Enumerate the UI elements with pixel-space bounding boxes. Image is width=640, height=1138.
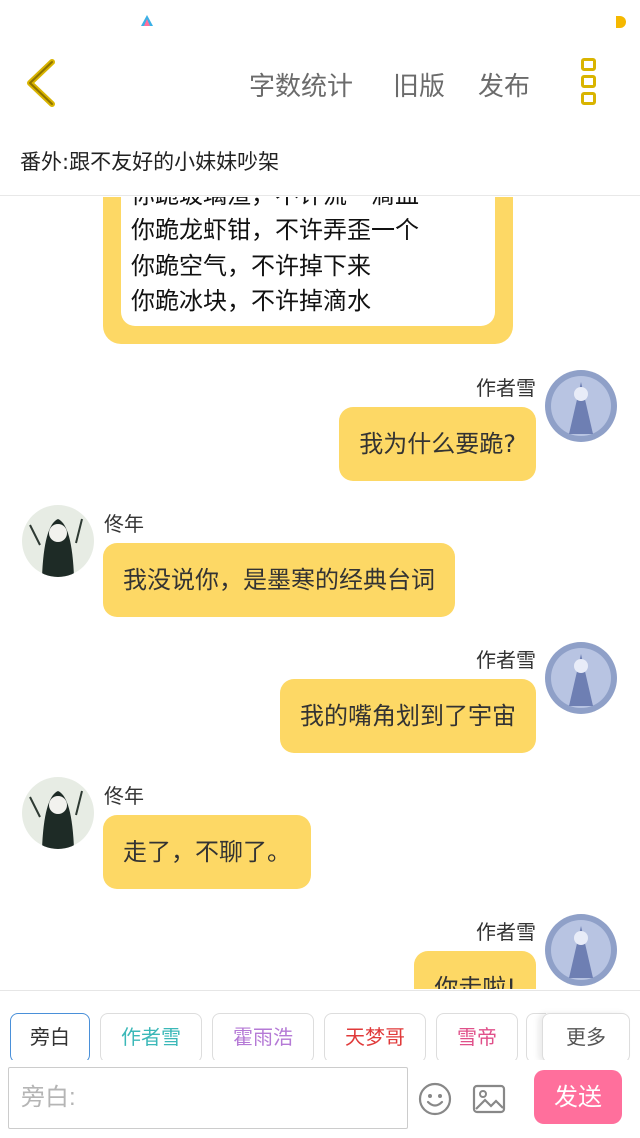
image-text-line: 你跪龙虾钳，不许弄歪一个 [131, 216, 419, 244]
old-version-button[interactable]: 旧版 [393, 66, 445, 103]
chat-area[interactable]: 你跪玻璃渣，不许流一滴血 你跪龙虾钳，不许弄歪一个 你跪空气，不许掉下来 你跪冰… [0, 197, 640, 989]
role-chip-tianmengge[interactable]: 天梦哥 [324, 1013, 426, 1063]
image-text-line: 你跪空气，不许掉下来 [131, 252, 371, 280]
role-chip-xuedi[interactable]: 雪帝 [436, 1013, 518, 1063]
image-message[interactable]: 你跪玻璃渣，不许流一滴血 你跪龙虾钳，不许弄歪一个 你跪空气，不许掉下来 你跪冰… [103, 197, 513, 344]
message-bubble[interactable]: 我没说你，是墨寒的经典台词 [103, 543, 455, 617]
image-text-line: 你跪玻璃渣，不许流一滴血 [131, 197, 419, 210]
image-message-content: 你跪玻璃渣，不许流一滴血 你跪龙虾钳，不许弄歪一个 你跪空气，不许掉下来 你跪冰… [121, 197, 495, 326]
input-bar: 发送 [0, 1060, 640, 1138]
sender-name: 作者雪 [476, 648, 536, 672]
battery-icon [616, 16, 626, 28]
author-avatar[interactable] [545, 914, 617, 986]
message-bubble[interactable]: 走了，不聊了。 [103, 815, 311, 889]
tongnian-avatar[interactable] [22, 777, 94, 849]
word-count-button[interactable]: 字数统计 [249, 66, 353, 103]
send-button[interactable]: 发送 [534, 1070, 622, 1124]
status-bar [0, 0, 640, 44]
chapter-bar: 番外:跟不友好的小妹妹吵架 [0, 124, 640, 196]
role-chip-huoyuhao[interactable]: 霍雨浩 [212, 1013, 314, 1063]
author-avatar[interactable] [545, 370, 617, 442]
image-text-line: 你跪冰块，不许掉滴水 [131, 287, 371, 315]
app-header: 字数统计 旧版 发布 [0, 44, 640, 124]
role-selector-bar: 旁白 作者雪 霍雨浩 天梦哥 雪帝 更多 [0, 990, 640, 1063]
sender-name: 作者雪 [476, 376, 536, 400]
back-chevron-icon[interactable] [22, 58, 62, 108]
more-roles-button[interactable]: 更多 [542, 1013, 630, 1063]
message-bubble[interactable]: 你走啦! [414, 951, 536, 989]
emoji-icon[interactable] [418, 1082, 452, 1116]
chapter-title[interactable]: 番外:跟不友好的小妹妹吵架 [20, 146, 279, 176]
message-input[interactable] [8, 1067, 408, 1129]
more-menu-icon[interactable] [578, 58, 598, 110]
image-picker-icon[interactable] [472, 1083, 506, 1115]
message-bubble[interactable]: 我为什么要跪? [339, 407, 536, 481]
sender-name: 佟年 [104, 784, 144, 808]
sender-name: 佟年 [104, 512, 144, 536]
role-chip-author[interactable]: 作者雪 [100, 1013, 202, 1063]
message-bubble[interactable]: 我的嘴角划到了宇宙 [280, 679, 536, 753]
role-chip-narrator[interactable]: 旁白 [10, 1013, 90, 1063]
sender-name: 作者雪 [476, 920, 536, 944]
notification-app-icon [141, 15, 153, 26]
author-avatar[interactable] [545, 642, 617, 714]
publish-button[interactable]: 发布 [478, 66, 530, 103]
tongnian-avatar[interactable] [22, 505, 94, 577]
